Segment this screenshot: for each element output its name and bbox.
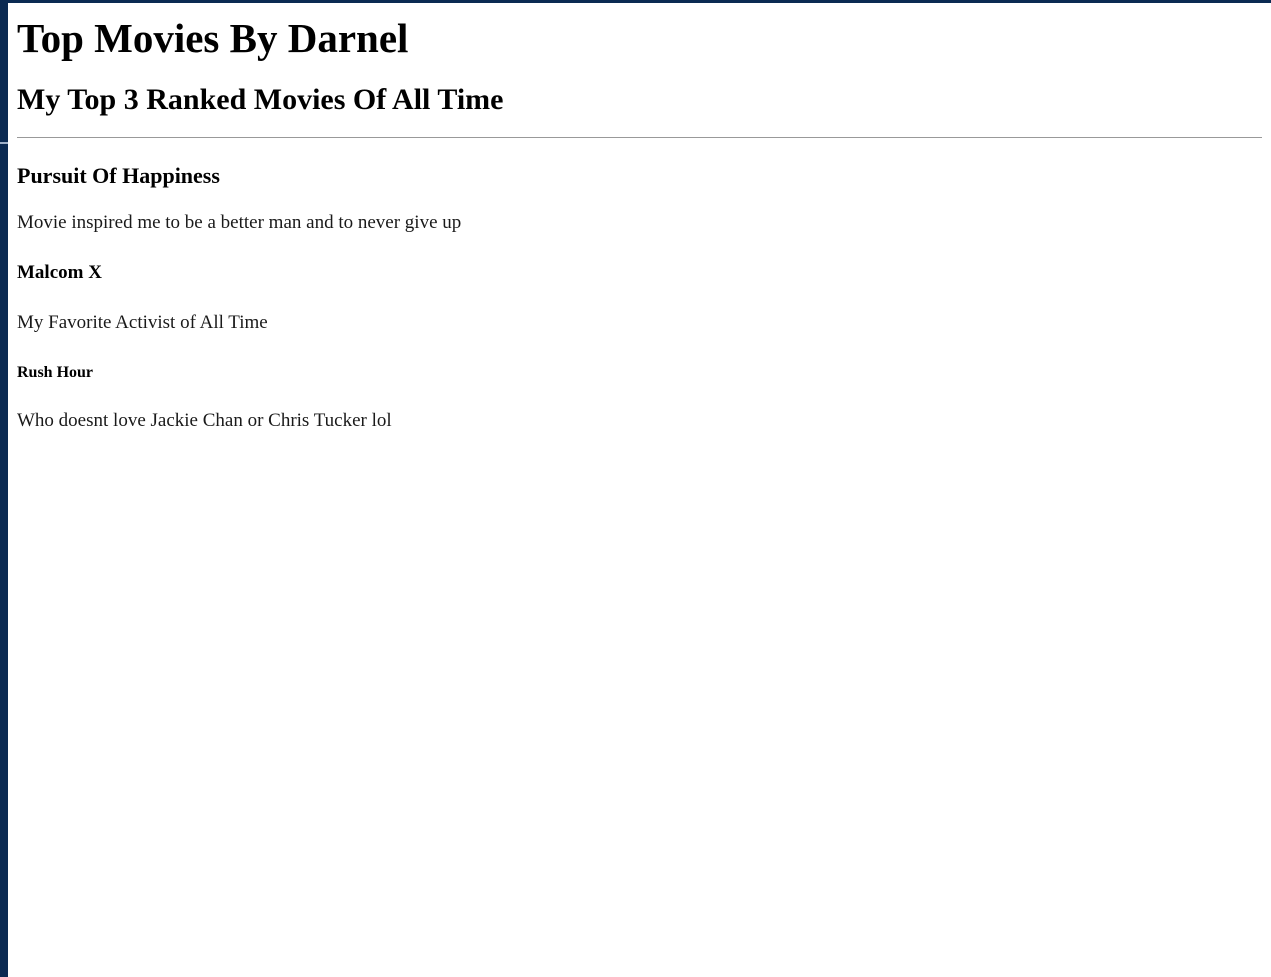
browser-viewport: Top Movies By Darnel My Top 3 Ranked Mov… <box>0 0 1271 977</box>
movie-description-3: Who doesnt love Jackie Chan or Chris Tuc… <box>17 410 392 431</box>
movie-title-3: Rush Hour <box>17 364 94 381</box>
movie-title-1: Pursuit Of Happiness <box>17 163 220 188</box>
section-divider <box>17 137 1262 138</box>
window-left-tick <box>0 142 8 144</box>
page-content: Top Movies By Darnel My Top 3 Ranked Mov… <box>17 3 1262 432</box>
page-subtitle: My Top 3 Ranked Movies Of All Time <box>17 83 504 116</box>
movie-title-2: Malcom X <box>17 262 102 283</box>
movie-description-2: My Favorite Activist of All Time <box>17 312 268 333</box>
page-title: Top Movies By Darnel <box>17 15 409 61</box>
window-left-border <box>0 0 8 977</box>
movie-description-1: Movie inspired me to be a better man and… <box>17 212 462 233</box>
